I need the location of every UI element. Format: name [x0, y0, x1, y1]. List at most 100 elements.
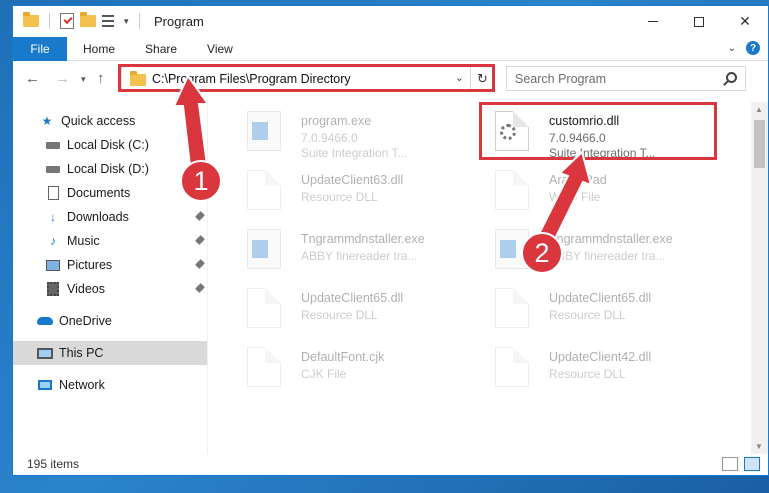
file-description: Resource DLL — [549, 367, 626, 381]
sidebar-item-label: Pictures — [67, 258, 113, 272]
file-item[interactable]: UpdateClient65.dll Resource DLL — [477, 278, 717, 333]
videos-icon — [45, 281, 61, 297]
close-icon: ✕ — [739, 13, 751, 29]
pin-icon — [195, 235, 205, 245]
pin-icon — [195, 259, 205, 269]
tiles-view-icon[interactable] — [744, 457, 760, 471]
file-item[interactable]: program.exe 7.0.9466.0 Suite Integration… — [229, 101, 469, 160]
sidebar-item-this-pc[interactable]: This PC — [13, 341, 207, 365]
music-icon: ♪ — [50, 234, 56, 248]
search-box[interactable]: Search Program — [506, 66, 746, 91]
sidebar-item-videos[interactable]: Videos — [13, 277, 207, 301]
file-item[interactable]: ArabicPad WRD File — [477, 160, 717, 215]
file-description: Resource DLL — [549, 308, 626, 322]
item-count: 195 items — [27, 457, 80, 471]
file-name: ArabicPad — [549, 173, 607, 187]
file-description: CJK File — [301, 367, 347, 381]
pin-icon — [195, 139, 205, 149]
sidebar-item-label: Documents — [67, 186, 131, 200]
tab-file[interactable]: File — [13, 36, 67, 61]
file-item[interactable]: DefaultFont.cjk CJK File — [229, 337, 469, 392]
file-item[interactable]: UpdateClient42.dll Resource DLL — [477, 337, 717, 392]
step-badge-1: 1 — [180, 160, 222, 202]
file-name: UpdateClient65.dll — [301, 291, 404, 305]
address-highlight — [118, 64, 495, 92]
sidebar-item-network[interactable]: Network — [13, 373, 207, 397]
sidebar-item-quick-access[interactable]: ★ Quick access — [13, 109, 207, 133]
file-description: WRD File — [549, 190, 601, 204]
search-icon[interactable] — [726, 72, 737, 83]
sidebar-item-label: Music — [67, 234, 100, 248]
file-item[interactable]: Tngrammdnstaller.exe ABBY finereader tra… — [477, 219, 717, 274]
documents-icon — [45, 185, 61, 201]
drive-icon — [45, 137, 61, 153]
back-arrow-icon[interactable]: ← — [25, 70, 40, 87]
search-input[interactable]: Search Program — [515, 72, 606, 86]
vertical-scrollbar[interactable]: ▲ ▼ — [751, 102, 768, 454]
view-toggle — [722, 457, 760, 471]
window-controls: ✕ — [630, 6, 768, 37]
sidebar-item-label: Local Disk (C:) — [67, 138, 149, 152]
tab-share[interactable]: Share — [130, 42, 192, 56]
sidebar-item-label: Quick access — [61, 114, 136, 128]
file-icon — [247, 288, 281, 328]
file-icon — [495, 170, 529, 210]
close-button[interactable]: ✕ — [722, 6, 768, 37]
folder-icon — [23, 12, 39, 27]
file-icon — [247, 347, 281, 387]
sidebar-item-downloads[interactable]: ↓ Downloads — [13, 205, 207, 229]
minimize-icon — [648, 21, 658, 22]
scroll-down-icon[interactable]: ▼ — [755, 442, 763, 451]
file-item[interactable]: UpdateClient65.dll Resource DLL — [229, 278, 469, 333]
up-arrow-icon[interactable]: ↑ — [97, 70, 105, 87]
new-folder-icon[interactable] — [80, 12, 96, 27]
file-name: UpdateClient63.dll — [301, 173, 404, 187]
drive-icon — [45, 161, 61, 177]
pin-icon — [195, 211, 205, 221]
chevron-down-icon[interactable]: ▾ — [124, 16, 129, 27]
minimize-button[interactable] — [630, 6, 676, 37]
scroll-up-icon[interactable]: ▲ — [755, 105, 763, 114]
sidebar-item-local-disk-c[interactable]: Local Disk (C:) — [13, 133, 207, 157]
sidebar-item-music[interactable]: ♪ Music — [13, 229, 207, 253]
sidebar-item-label: OneDrive — [59, 314, 112, 328]
scrollbar-thumb[interactable] — [754, 120, 765, 168]
properties-icon[interactable] — [60, 13, 74, 29]
title-bar: ▾ Program ✕ — [13, 6, 768, 37]
network-icon — [37, 377, 53, 393]
sidebar-item-label: Local Disk (D:) — [67, 162, 149, 176]
details-view-icon[interactable] — [722, 457, 738, 471]
exe-file-icon — [247, 229, 281, 269]
file-item[interactable]: Tngrammdnstaller.exe ABBY finereader tra… — [229, 219, 469, 274]
navigation-pane: ★ Quick access Local Disk (C:) Local Dis… — [13, 102, 207, 454]
pc-icon — [37, 345, 53, 361]
sidebar-item-local-disk-d[interactable]: Local Disk (D:) — [13, 157, 207, 181]
quick-access-toolbar: ▾ — [23, 12, 144, 29]
file-name: program.exe — [301, 114, 372, 128]
divider — [207, 102, 208, 454]
sidebar-item-pictures[interactable]: Pictures — [13, 253, 207, 277]
tab-view[interactable]: View — [192, 42, 248, 56]
maximize-button[interactable] — [676, 6, 722, 37]
file-description: Resource DLL — [301, 190, 378, 204]
file-name: UpdateClient42.dll — [549, 350, 652, 364]
divider — [49, 13, 50, 29]
expand-ribbon-icon[interactable]: ⌄ — [728, 43, 736, 54]
sidebar-item-label: Videos — [67, 282, 105, 296]
sidebar-item-documents[interactable]: Documents — [13, 181, 207, 205]
sidebar-item-label: Downloads — [67, 210, 129, 224]
tab-home[interactable]: Home — [67, 42, 130, 56]
recent-chevron-icon[interactable]: ▾ — [81, 74, 86, 85]
maximize-icon — [694, 16, 704, 27]
customize-icon[interactable] — [102, 14, 118, 28]
file-name: Tngrammdnstaller.exe — [301, 232, 425, 246]
window-title: Program — [154, 14, 204, 29]
forward-arrow-icon[interactable]: → — [55, 70, 70, 87]
file-item[interactable]: UpdateClient63.dll Resource DLL — [229, 160, 469, 215]
ribbon-tabs: File Home Share View ⌄ ? — [13, 36, 768, 61]
status-bar: 195 items — [13, 453, 768, 475]
help-icon[interactable]: ? — [746, 41, 760, 55]
divider — [138, 13, 140, 29]
file-description: ABBY finereader tra... — [301, 249, 418, 263]
sidebar-item-onedrive[interactable]: OneDrive — [13, 309, 207, 333]
